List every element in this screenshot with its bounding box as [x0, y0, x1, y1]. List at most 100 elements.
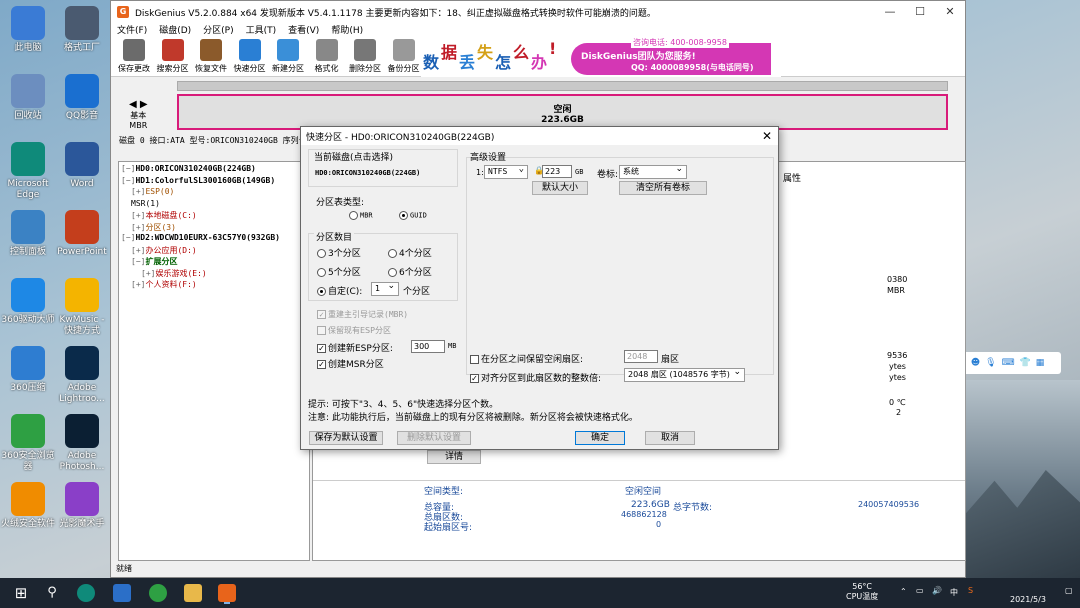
toolbar-button[interactable]: 快速分区 [231, 39, 269, 74]
desktop-icon[interactable]: 360压缩 [0, 346, 56, 394]
toolbar-button[interactable]: 恢复文件 [192, 39, 230, 74]
keep-esp-checkbox[interactable]: 保留现有ESP分区 [317, 325, 391, 336]
cancel-button[interactable]: 取消 [645, 431, 695, 445]
opt-3-radio[interactable]: 3个分区 [317, 246, 361, 259]
ad-banner[interactable]: 数据丢失怎么办! 咨询电话: 400-008-9958 DiskGenius团队… [421, 37, 781, 77]
disk-scroll-bar[interactable] [177, 81, 948, 91]
tree-node[interactable]: [+]本地磁盘(C:) [121, 210, 307, 222]
close-button[interactable]: ✕ [935, 1, 965, 23]
tree-node[interactable]: [−]扩展分区 [121, 256, 307, 268]
expand-toggle-icon[interactable]: [−] [121, 176, 135, 185]
custom-radio[interactable]: 自定(C): [317, 284, 362, 297]
360-browser-icon[interactable] [149, 584, 167, 602]
search-icon[interactable]: ⚲ [43, 584, 61, 602]
volume-label-select[interactable]: 系统 [619, 163, 687, 179]
tree-node[interactable]: [+]办公应用(D:) [121, 245, 307, 257]
emoji-icon[interactable]: ☻ [971, 358, 980, 368]
align-select[interactable]: 2048 扇区 (1048576 字节) [624, 366, 745, 382]
desktop-icon[interactable]: Adobe Lightroo... [54, 346, 110, 405]
desktop-icon[interactable]: KwMusic - 快捷方式 [54, 278, 110, 337]
desktop-icon[interactable]: 回收站 [0, 74, 56, 122]
toolbar-button[interactable]: 新建分区 [269, 39, 307, 74]
filesystem-select[interactable]: NTFS [484, 163, 528, 179]
toolbar-button[interactable]: 格式化 [308, 39, 346, 74]
clear-labels-button[interactable]: 清空所有卷标 [619, 181, 707, 195]
opt-6-radio[interactable]: 6个分区 [388, 265, 432, 278]
grid-icon[interactable]: ▦ [1036, 358, 1045, 368]
guid-radio[interactable]: GUID [399, 211, 427, 220]
network-icon[interactable]: ▭ [916, 586, 924, 595]
disk-tree[interactable]: [−]HD0:ORICON310240GB(224GB) [−]HD1:Color… [118, 161, 310, 561]
save-default-button[interactable]: 保存为默认设置 [309, 431, 383, 445]
nav-arrows-icon[interactable]: ◀ ▶ [129, 99, 148, 110]
keep-free-input[interactable]: 2048 [624, 350, 658, 363]
mbr-radio[interactable]: MBR [349, 211, 373, 220]
expand-toggle-icon[interactable]: [+] [131, 246, 145, 255]
tree-node[interactable]: [+]娱乐游戏(E:) [121, 268, 307, 280]
toolbar-button[interactable]: 备份分区 [385, 39, 423, 74]
expand-toggle-icon[interactable]: [−] [121, 164, 135, 173]
minimize-button[interactable]: — [875, 1, 905, 23]
edge-icon[interactable] [77, 584, 95, 602]
mail-icon[interactable] [113, 584, 131, 602]
menu-item[interactable]: 工具(T) [246, 23, 277, 37]
expand-toggle-icon[interactable]: [+] [131, 223, 145, 232]
desktop-icon[interactable]: 火绒安全软件 [0, 482, 56, 530]
align-checkbox[interactable]: ✓ 对齐分区到此扇区数的整数倍: [470, 371, 601, 384]
desktop-icon[interactable]: 格式工厂 [54, 6, 110, 54]
tree-node[interactable]: [−]HD0:ORICON310240GB(224GB) [121, 164, 307, 176]
desktop-icon[interactable]: QQ影音 [54, 74, 110, 122]
custom-count-select[interactable]: 1 [371, 280, 399, 296]
partition-size-input[interactable]: 223 [542, 165, 572, 178]
ok-button[interactable]: 确定 [575, 431, 625, 445]
start-icon[interactable]: ⊞ [12, 584, 30, 602]
dialog-close-icon[interactable]: ✕ [762, 129, 772, 143]
opt-4-radio[interactable]: 4个分区 [388, 246, 432, 259]
ime-indicator[interactable]: 中 [950, 587, 958, 598]
current-disk-selector[interactable]: HD0:ORICON310240GB(224GB) [315, 169, 420, 177]
mic-icon[interactable]: 🎙 [985, 358, 996, 368]
expand-toggle-icon[interactable]: [+] [131, 211, 145, 220]
desktop-icon[interactable]: 此电脑 [0, 6, 56, 54]
desktop-icon[interactable]: 360驱动大师 [0, 278, 56, 326]
tree-node[interactable]: [−]HD2:WDCWD10EURX-63C57Y0(932GB) [121, 233, 307, 245]
maximize-button[interactable]: ☐ [905, 1, 935, 23]
tree-node[interactable]: [+]分区(3) [121, 222, 307, 234]
rebuild-mbr-checkbox[interactable]: ✓ 重建主引导记录(MBR) [317, 309, 408, 320]
tree-node[interactable]: [+]ESP(0) [121, 187, 307, 199]
free-space-block[interactable]: 空闲 223.6GB [177, 94, 948, 130]
tray-arrow-icon[interactable]: ⌃ [900, 587, 907, 596]
diskgenius-taskbar-icon[interactable] [218, 584, 236, 602]
keyboard-icon[interactable]: ⌨ [1002, 358, 1015, 368]
desktop-icon[interactable]: Word [54, 142, 110, 190]
keep-free-checkbox[interactable]: 在分区之间保留空闲扇区: [470, 352, 583, 365]
esp-size-input[interactable]: 300 [411, 340, 445, 353]
notification-icon[interactable]: ▢ [1065, 586, 1073, 595]
tree-node[interactable]: [−]HD1:ColorfulSL300160GB(149GB) [121, 176, 307, 188]
menu-item[interactable]: 磁盘(D) [159, 23, 191, 37]
volume-icon[interactable]: 🔊 [932, 586, 942, 595]
menu-item[interactable]: 帮助(H) [331, 23, 363, 37]
toolbar-button[interactable]: 删除分区 [346, 39, 384, 74]
expand-toggle-icon[interactable]: [+] [131, 280, 145, 289]
tree-node[interactable]: MSR(1) [121, 199, 307, 211]
expand-toggle-icon[interactable]: [+] [141, 269, 155, 278]
menu-item[interactable]: 文件(F) [117, 23, 147, 37]
expand-toggle-icon[interactable]: [−] [131, 257, 145, 266]
create-esp-checkbox[interactable]: ✓ 创建新ESP分区: [317, 341, 393, 354]
expand-toggle-icon[interactable]: [+] [131, 187, 145, 196]
desktop-icon[interactable]: Adobe Photosh... [54, 414, 110, 473]
toolbar-button[interactable]: 搜索分区 [154, 39, 192, 74]
desktop-icon[interactable]: 控制面板 [0, 210, 56, 258]
desktop-icon[interactable]: 360安全浏览器 [0, 414, 56, 473]
tree-node[interactable]: [+]个人资料(F:) [121, 279, 307, 291]
skin-icon[interactable]: 👕 [1020, 358, 1031, 368]
desktop-icon[interactable]: Microsoft Edge [0, 142, 56, 201]
detail-button[interactable]: 详情 [427, 450, 481, 464]
sogou-tray-icon[interactable]: S [968, 586, 973, 595]
menu-item[interactable]: 分区(P) [203, 23, 233, 37]
toolbar-button[interactable]: 保存更改 [115, 39, 153, 74]
cpu-temp[interactable]: 56°C CPU温度 [846, 582, 878, 602]
opt-5-radio[interactable]: 5个分区 [317, 265, 361, 278]
default-size-button[interactable]: 默认大小 [532, 181, 588, 195]
